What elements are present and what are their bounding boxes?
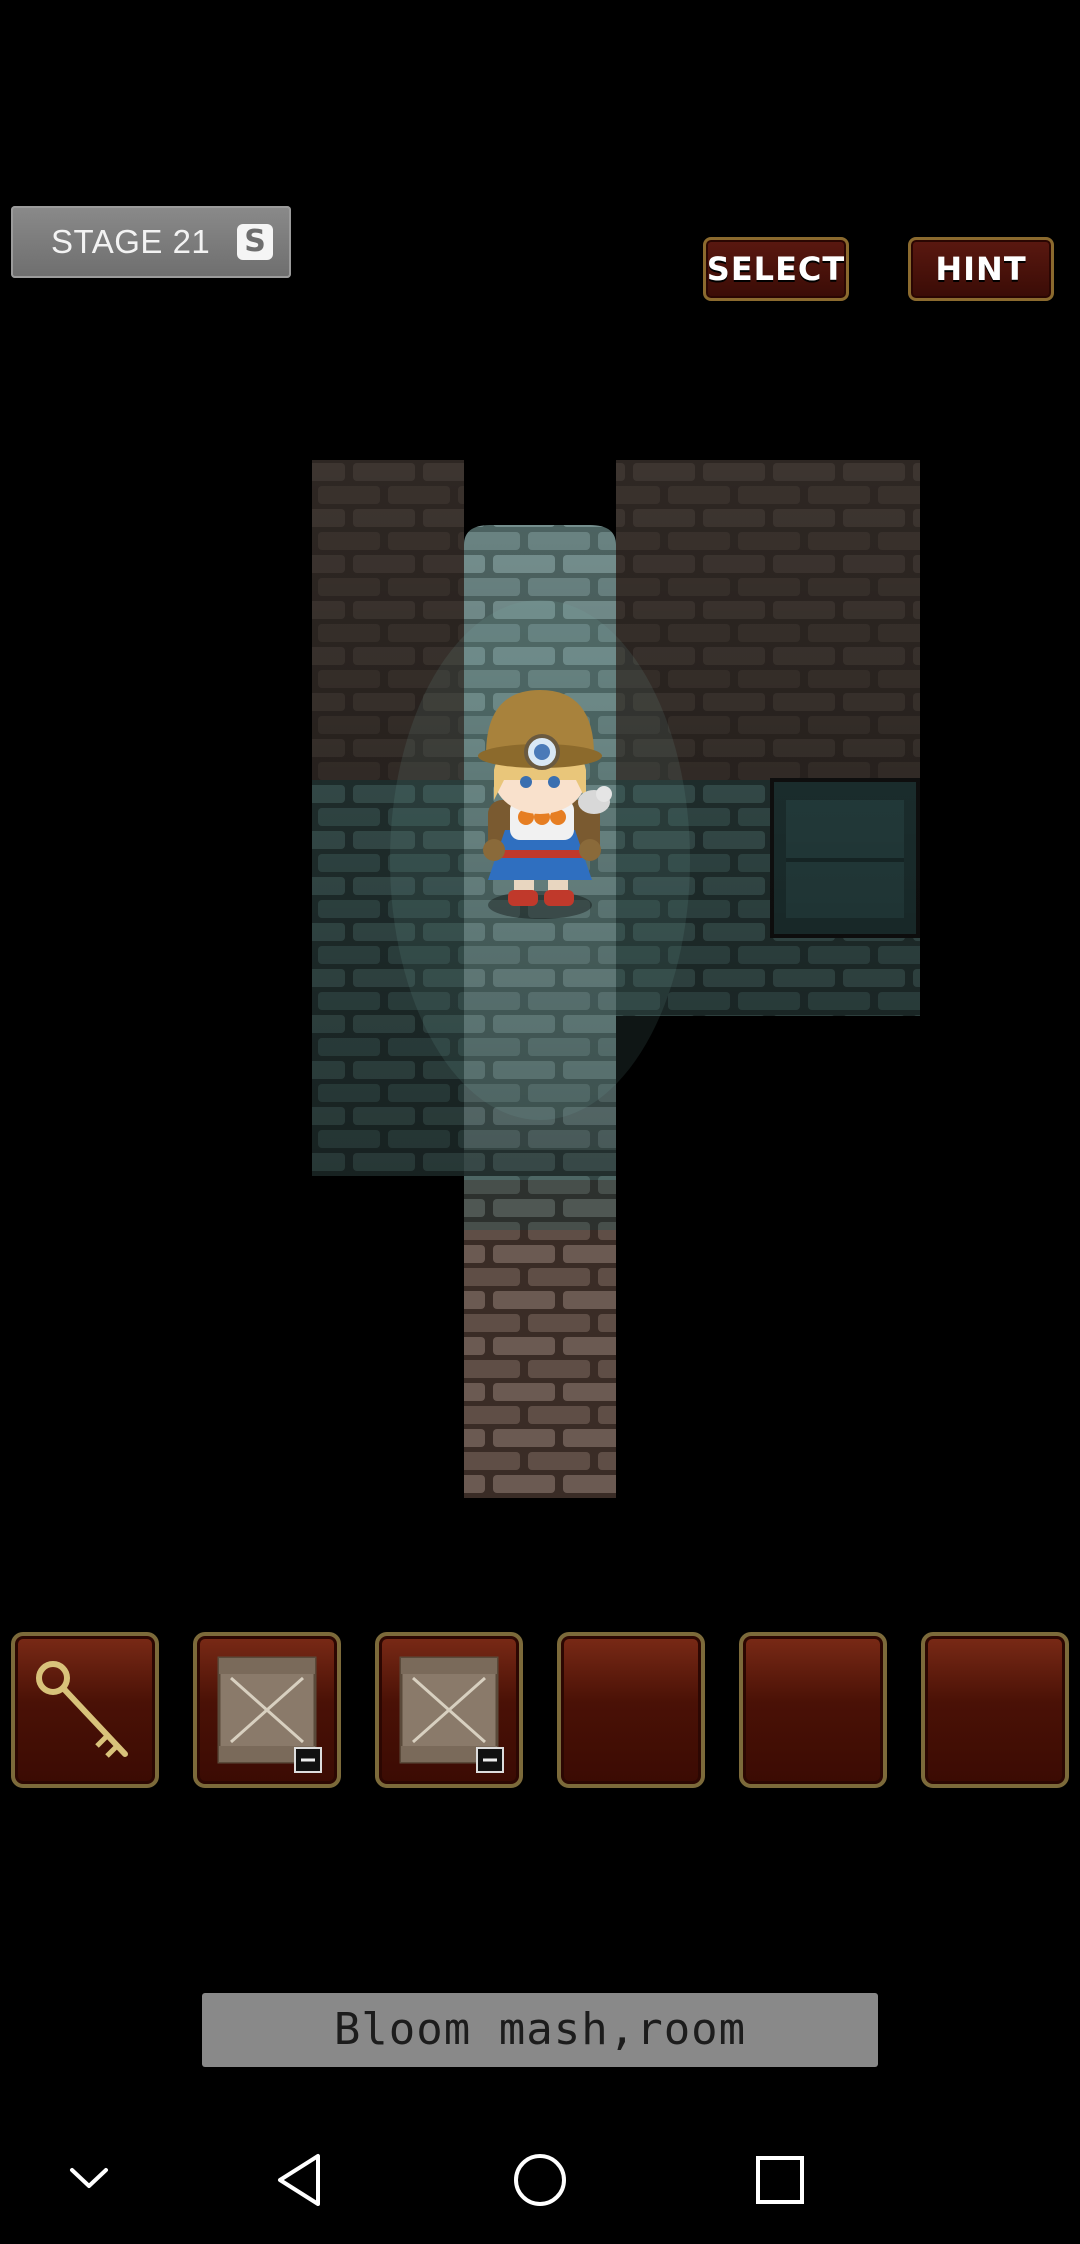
dungeon-room [312, 460, 920, 1498]
wooden-crate-icon [217, 1656, 322, 1773]
inventory-slot-3[interactable] [375, 1632, 523, 1788]
inventory-slot-5[interactable] [739, 1632, 887, 1788]
home-icon[interactable] [510, 2148, 570, 2212]
location-name: Bloom mash,room [202, 1993, 878, 2067]
inventory-slot-4[interactable] [557, 1632, 705, 1788]
chevron-down-icon[interactable] [66, 2148, 112, 2212]
key-icon [36, 1661, 128, 1758]
game-scene[interactable] [0, 0, 1080, 2244]
inventory-slot-2[interactable] [193, 1632, 341, 1788]
stage-label: STAGE 21 [51, 223, 211, 260]
inventory-slot-1[interactable] [11, 1632, 159, 1788]
stage-badge: STAGE 21 S [11, 206, 291, 278]
wooden-crate-icon [399, 1656, 504, 1773]
recents-icon[interactable] [752, 2148, 808, 2212]
back-icon[interactable] [272, 2148, 328, 2212]
save-icon[interactable]: S [237, 224, 273, 260]
select-button[interactable]: SELECT [703, 237, 849, 301]
hint-button[interactable]: HINT [908, 237, 1054, 301]
inventory-slot-6[interactable] [921, 1632, 1069, 1788]
